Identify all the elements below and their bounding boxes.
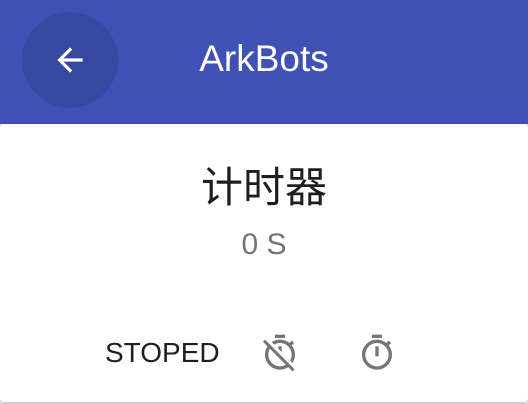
app-title: ArkBots (199, 38, 329, 79)
timer-title: 计时器 (200, 163, 327, 212)
timer-off-icon (262, 334, 295, 372)
timer-status: STOPED (105, 337, 220, 368)
timer-icon (362, 334, 392, 370)
timer-value: 0 S (241, 228, 287, 261)
stop-timer-button[interactable] (256, 329, 304, 377)
timer-card: 计时器 0 S STOPED (0, 124, 528, 402)
start-timer-button[interactable] (353, 329, 401, 377)
app-bar: ArkBots (0, 0, 528, 124)
